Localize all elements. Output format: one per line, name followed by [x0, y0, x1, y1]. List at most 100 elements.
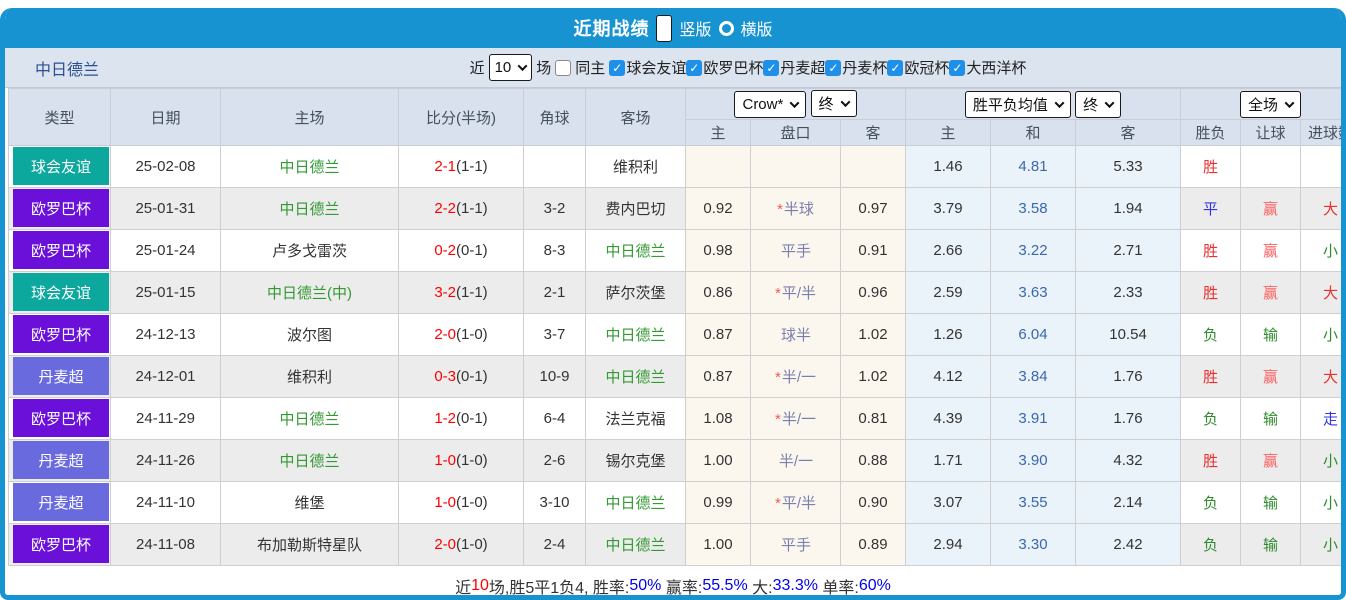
handicap-result-cell: 输 [1240, 523, 1302, 566]
summary-segment: 大: [747, 580, 773, 597]
odds-time-select[interactable]: 终 [1075, 90, 1122, 118]
handicap-line: 平/半 [781, 495, 816, 512]
match-score-cell: 2-0(1-0) [398, 523, 524, 566]
league-filter[interactable]: ✓ 丹麦杯 [825, 57, 887, 78]
handicap-line-cell: *半/一 [750, 397, 841, 440]
league-checkbox[interactable]: ✓ [949, 59, 966, 76]
away-team: 中日德兰 [585, 523, 686, 566]
handicap-line: 半/一 [781, 369, 816, 386]
league-filter[interactable]: ✓ 欧冠杯 [887, 57, 949, 78]
league-checkbox[interactable]: ✓ [686, 59, 703, 76]
handicap-star: * [774, 411, 781, 428]
goals-result-cell: 小 [1300, 481, 1341, 524]
scope-select[interactable]: 全场 [1240, 90, 1302, 118]
half-time-score: (1-0) [456, 536, 488, 553]
col-away: 客场 [585, 88, 686, 146]
corner-score: 8-3 [523, 229, 586, 272]
table-row: 欧罗巴杯 24-11-29 中日德兰 1-2(0-1) 6-4 法兰克福 1.0… [8, 397, 1341, 440]
ah-home-odds: 1.00 [685, 439, 751, 482]
league-filter[interactable]: ✓ 大西洋杯 [949, 57, 1026, 78]
ah-time-value: 终 [818, 96, 834, 113]
ah-home-odds: 0.98 [685, 229, 751, 272]
league-badge: 球会友谊 [13, 147, 109, 185]
goals-result-cell: 大 [1300, 187, 1341, 230]
match-date: 24-11-10 [110, 481, 221, 524]
home-team: 维堡 [220, 481, 399, 524]
goals-result-cell: 大 [1300, 355, 1341, 398]
match-date: 24-11-08 [110, 523, 221, 566]
home-win-odds: 4.39 [905, 397, 992, 440]
full-time-score: 3-2 [434, 284, 456, 301]
league-badge: 球会友谊 [13, 273, 109, 311]
horizontal-layout-radio[interactable] [718, 20, 734, 36]
col-handicap: 让球 [1240, 119, 1302, 146]
same-venue-checkbox[interactable] [555, 59, 572, 76]
draw-odds: 3.55 [990, 481, 1077, 524]
full-time-score: 2-2 [434, 200, 456, 217]
match-score-cell: 3-2(1-1) [398, 271, 524, 314]
league-badge: 丹麦超 [13, 483, 109, 521]
league-label: 大西洋杯 [966, 60, 1027, 77]
handicap-line: 平手 [780, 243, 811, 260]
chevron-down-icon [517, 61, 528, 72]
team-name: 中日德兰 [35, 61, 100, 79]
league-type-cell: 欧罗巴杯 [8, 313, 111, 356]
home-team: 布加勒斯特星队 [220, 523, 399, 566]
table-row: 丹麦超 24-12-01 维积利 0-3(0-1) 10-9 中日德兰 0.87… [8, 355, 1341, 398]
vertical-layout-label[interactable]: 竖版 [679, 16, 711, 40]
draw-odds: 4.81 [990, 145, 1077, 188]
league-type-cell: 欧罗巴杯 [8, 229, 111, 272]
league-filter[interactable]: ✓ 球会友谊 [609, 57, 686, 78]
col-odds-draw: 和 [990, 119, 1077, 146]
handicap-line-cell: *半球 [750, 187, 841, 230]
league-checkbox[interactable]: ✓ [887, 59, 904, 76]
draw-odds: 3.90 [990, 439, 1077, 482]
odds-group-header: 胜平负均值 终 [905, 88, 1182, 120]
goals-result-cell: 小 [1300, 439, 1341, 482]
result-cell: 负 [1180, 481, 1242, 524]
col-corner: 角球 [523, 88, 586, 146]
match-count-select[interactable]: 10 [488, 54, 533, 81]
goals-result-cell: 小 [1300, 523, 1341, 566]
half-time-score: (0-1) [456, 410, 488, 427]
col-ah-home: 主 [685, 119, 751, 146]
near-label: 近 [469, 60, 485, 77]
away-win-odds: 2.14 [1075, 481, 1182, 524]
odds-type-select[interactable]: 胜平负均值 [964, 90, 1071, 118]
corner-score: 2-1 [523, 271, 586, 314]
handicap-result-cell: 输 [1240, 481, 1302, 524]
league-checkbox[interactable]: ✓ [825, 59, 842, 76]
ah-away-odds: 1.02 [839, 313, 907, 356]
goals-result-cell: 大 [1300, 271, 1341, 314]
league-filter[interactable]: ✓ 丹麦超 [763, 57, 825, 78]
away-team: 法兰克福 [585, 397, 686, 440]
match-date: 24-11-26 [110, 439, 221, 482]
handicap-line: 半/一 [781, 411, 816, 428]
away-win-odds: 1.76 [1075, 355, 1182, 398]
league-filter[interactable]: ✓ 欧罗巴杯 [686, 57, 763, 78]
summary-segment: 50% [629, 577, 662, 594]
full-time-score: 1-0 [434, 494, 456, 511]
bookmaker-select[interactable]: Crow* [734, 91, 807, 118]
vertical-layout-radio[interactable] [656, 14, 673, 42]
corner-score [523, 145, 586, 188]
full-time-score: 2-1 [434, 158, 456, 175]
result-cell: 胜 [1180, 229, 1242, 272]
ah-away-odds: 0.81 [839, 397, 907, 440]
table-row: 欧罗巴杯 25-01-31 中日德兰 2-2(1-1) 3-2 费内巴切 0.9… [8, 187, 1341, 230]
league-checkbox[interactable]: ✓ [763, 59, 780, 76]
league-checkbox[interactable]: ✓ [609, 59, 626, 76]
away-team: 中日德兰 [585, 355, 686, 398]
handicap-star: * [774, 285, 781, 302]
handicap-line-cell: 球半 [750, 313, 841, 356]
handicap-line: 半球 [783, 201, 814, 218]
league-badge: 欧罗巴杯 [13, 525, 109, 563]
half-time-score: (1-1) [456, 200, 488, 217]
results-table: 类型 日期 主场 比分(半场) 角球 客场 Crow* 终 胜平负均值 终 全场… [8, 88, 1341, 566]
horizontal-layout-label[interactable]: 横版 [741, 16, 773, 40]
ah-time-select[interactable]: 终 [810, 90, 857, 117]
handicap-result-cell: 赢 [1240, 229, 1302, 272]
scope-group-header: 全场 [1180, 88, 1341, 120]
league-badge: 欧罗巴杯 [13, 399, 109, 437]
league-badge: 欧罗巴杯 [13, 189, 109, 227]
